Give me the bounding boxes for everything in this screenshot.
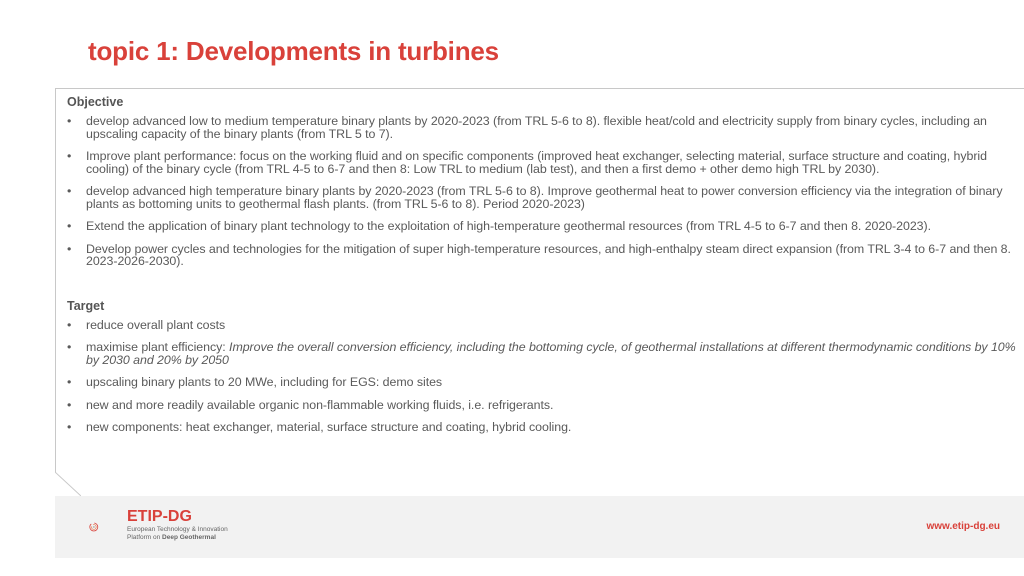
objective-item: • Extend the application of binary plant …	[67, 220, 1016, 233]
logo-text: ETIP-DG European Technology & Innovation…	[127, 508, 228, 542]
objective-item-text: Improve plant performance: focus on the …	[86, 149, 987, 176]
target-item: • reduce overall plant costs	[67, 317, 1016, 332]
bullet-icon: •	[67, 340, 72, 354]
target-item-text: new and more readily available organic n…	[86, 397, 554, 412]
target-item: • new components: heat exchanger, materia…	[67, 421, 1016, 434]
bullet-icon: •	[67, 149, 72, 163]
target-item: • maximise plant efficiency: Improve the …	[67, 341, 1016, 366]
objective-item: • develop advanced high temperature binar…	[67, 185, 1016, 210]
bullet-icon: •	[67, 375, 72, 389]
bullet-icon: •	[67, 219, 72, 233]
target-item: • upscaling binary plants to 20 MWe, incl…	[67, 376, 1016, 389]
objective-item: • Improve plant performance: focus on the…	[67, 150, 1016, 175]
page-title: topic 1: Developments in turbines	[88, 36, 499, 66]
objective-item-text: Extend the application of binary plant t…	[86, 219, 931, 233]
objective-list: • develop advanced low to medium temperat…	[67, 115, 1016, 268]
target-list: • reduce overall plant costs • maximise pl…	[67, 317, 1016, 434]
objective-item: • Develop power cycles and technologies f…	[67, 241, 1016, 268]
content-inner: Objective • develop advanced low to mediu…	[67, 95, 1016, 444]
bullet-icon: •	[67, 317, 72, 332]
page-fold-icon	[55, 472, 81, 496]
bullet-icon: •	[67, 397, 72, 412]
objective-item: • develop advanced low to medium temperat…	[67, 115, 1016, 140]
etip-dg-logo-icon	[89, 522, 99, 532]
logo-subtitle-prefix: Platform on	[127, 534, 163, 541]
target-item-text: reduce overall plant costs	[86, 317, 226, 332]
objective-item-text: develop advanced high temperature binary…	[86, 184, 1003, 211]
bullet-icon: •	[67, 114, 72, 128]
logo-subtitle-bold: Deep Geothermal	[162, 534, 216, 541]
target-heading: Target	[67, 298, 105, 313]
bullet-icon: •	[67, 184, 72, 198]
target-item-text: upscaling binary plants to 20 MWe, inclu…	[86, 375, 443, 389]
objective-heading: Objective	[67, 95, 124, 109]
content-box: Objective • develop advanced low to mediu…	[55, 88, 1024, 493]
objective-item-text: Develop power cycles and technologies fo…	[86, 241, 1011, 268]
logo-subtitle-line2: Platform on Deep Geothermal	[127, 534, 228, 542]
objective-item-text: develop advanced low to medium temperatu…	[86, 114, 987, 141]
target-item-text: new components: heat exchanger, material…	[86, 420, 572, 434]
target-item: • new and more readily available organic …	[67, 397, 1016, 412]
logo-subtitle-line1: European Technology & Innovation	[127, 526, 228, 533]
bullet-icon: •	[67, 241, 72, 256]
bullet-icon: •	[67, 420, 72, 434]
logo-name: ETIP-DG	[127, 508, 192, 525]
website-link[interactable]: www.etip-dg.eu	[926, 521, 1000, 532]
